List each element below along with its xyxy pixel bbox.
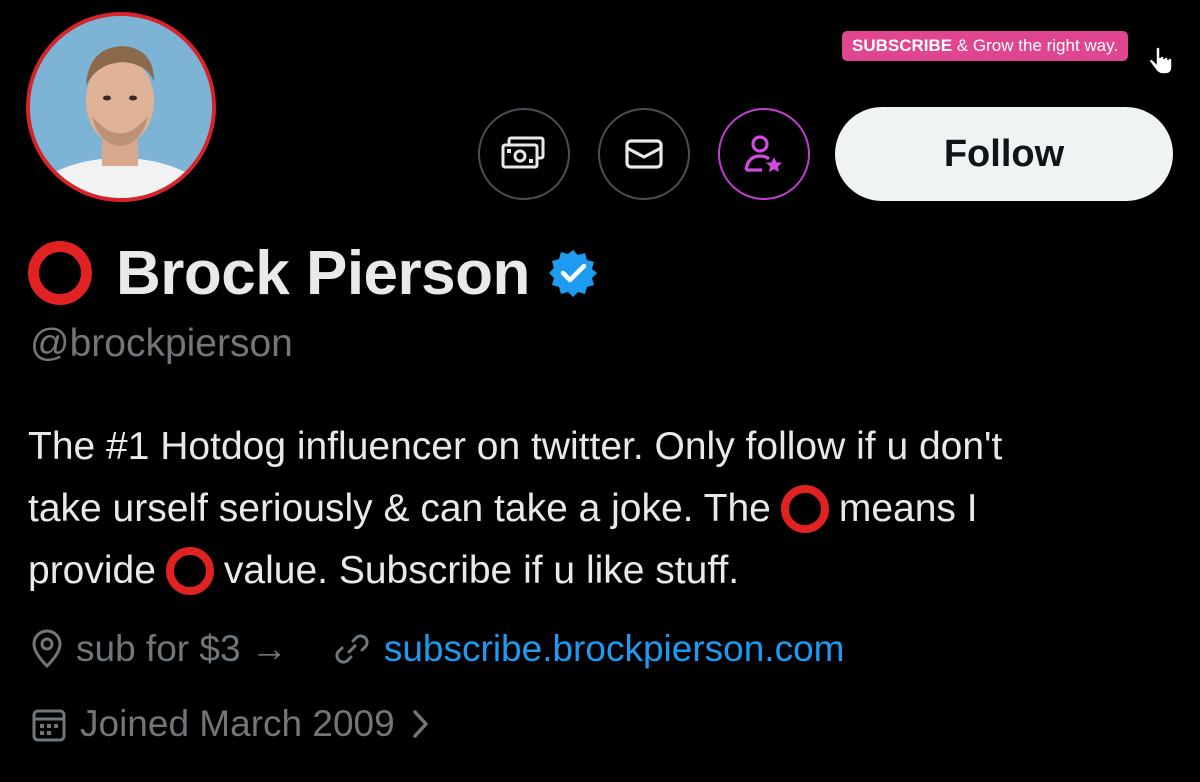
person-star-icon: [744, 135, 782, 172]
website-link[interactable]: subscribe.brockpierson.com: [384, 628, 845, 670]
red-circle-emoji-icon: [28, 241, 92, 305]
promo-strong-text: SUBSCRIBE: [852, 36, 953, 55]
subscribe-promo-badge[interactable]: SUBSCRIBE & Grow the right way.: [842, 31, 1129, 61]
joined-row[interactable]: Joined March 2009: [30, 698, 433, 750]
avatar-photo: [30, 16, 212, 198]
display-name: Brock Pierson: [116, 238, 530, 308]
bio-text: means I: [838, 487, 978, 530]
bio-line: The #1 Hotdog influencer on twitter. Onl…: [28, 416, 1178, 478]
bio-text: provide: [28, 549, 156, 592]
location-text: sub for $3 →: [76, 628, 288, 669]
name-row: Brock Pierson: [28, 238, 598, 308]
chevron-right-icon: [412, 710, 428, 738]
bio-line: take urself seriously & can take a joke.…: [28, 478, 1178, 540]
bio: The #1 Hotdog influencer on twitter. Onl…: [28, 416, 1178, 602]
bio-text: The #1 Hotdog influencer on twitter. Onl…: [28, 425, 1003, 468]
tip-button[interactable]: [478, 108, 570, 200]
message-button[interactable]: [598, 108, 690, 200]
bio-text: value. Subscribe if u like stuff.: [223, 549, 740, 592]
subscribe-button[interactable]: [718, 108, 810, 200]
envelope-icon: [625, 139, 663, 169]
money-icon: [501, 136, 545, 169]
link-icon: [335, 634, 369, 664]
follow-button[interactable]: Follow: [835, 107, 1173, 201]
red-circle-emoji-icon: [780, 485, 829, 533]
red-circle-emoji-icon: [165, 547, 214, 595]
verified-badge-icon[interactable]: [548, 248, 598, 298]
handle: @brockpierson: [30, 322, 293, 365]
joined-text: Joined March 2009: [80, 703, 395, 744]
meta-row: sub for $3 → subscribe.brockpierson.com: [30, 624, 844, 674]
promo-rest-text: & Grow the right way.: [956, 36, 1119, 55]
hand-cursor-icon: [1148, 46, 1173, 75]
location-pin-icon: [32, 629, 62, 669]
bio-text: take urself seriously & can take a joke.…: [28, 487, 771, 530]
bio-line: provide value. Subscribe if u like stuff…: [28, 540, 1178, 602]
calendar-icon: [32, 709, 66, 742]
avatar[interactable]: [26, 12, 216, 202]
